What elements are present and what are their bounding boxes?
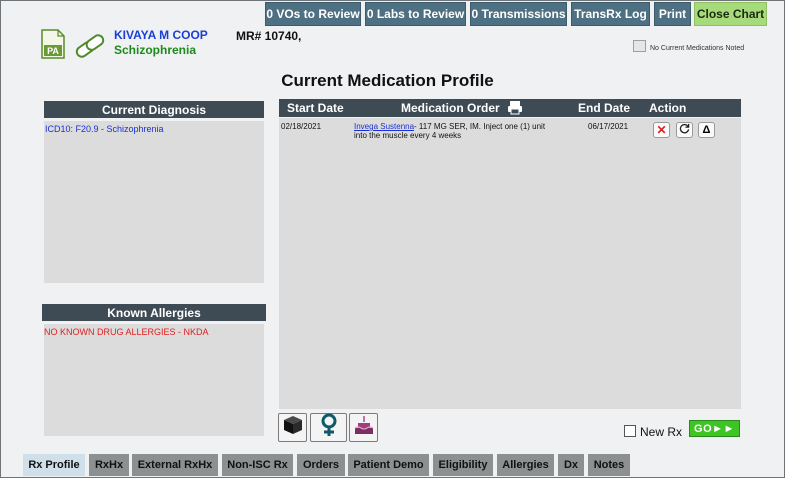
patient-name: KIVAYA M COOP	[114, 28, 208, 42]
close-icon: ✕	[656, 123, 667, 137]
no-current-medications-checkbox[interactable]	[633, 40, 646, 52]
delta-icon: Δ	[702, 124, 711, 136]
tab-rx-profile[interactable]: Rx Profile	[23, 454, 85, 476]
medication-table-body	[279, 118, 741, 409]
new-rx-checkbox[interactable]	[624, 425, 636, 437]
discontinue-button[interactable]: ✕	[653, 122, 670, 138]
current-diagnosis-panel	[44, 121, 264, 283]
box-icon	[282, 414, 304, 441]
close-chart-button[interactable]: Close Chart	[694, 2, 767, 26]
pill-icon[interactable]	[73, 34, 107, 58]
cake-icon	[353, 414, 375, 441]
medication-table-header: Start Date Medication Order End Date Act…	[279, 99, 741, 117]
known-allergies-header: Known Allergies	[42, 304, 266, 321]
birthday-button[interactable]	[349, 413, 378, 442]
current-diagnosis-header: Current Diagnosis	[44, 101, 264, 118]
start-date-cell: 02/18/2021	[281, 122, 322, 131]
female-symbol-icon	[319, 413, 339, 442]
medical-record-number: MR# 10740,	[236, 29, 302, 43]
end-date-cell: 06/17/2021	[588, 122, 629, 131]
patient-diagnosis: Schizophrenia	[114, 43, 197, 57]
female-button[interactable]	[310, 413, 347, 442]
tab-patient-demo[interactable]: Patient Demo	[348, 454, 429, 476]
medication-order-cell: Invega Sustenna- 117 MG SER, IM. Inject …	[354, 122, 584, 140]
go-button[interactable]: GO►►	[689, 420, 740, 437]
tab-dx[interactable]: Dx	[558, 454, 584, 476]
tab-external-rxhx[interactable]: External RxHx	[132, 454, 218, 476]
change-button[interactable]: Δ	[698, 122, 715, 138]
allergy-item: NO KNOWN DRUG ALLERGIES - NKDA	[44, 327, 209, 337]
svg-text:PA: PA	[47, 46, 59, 56]
tab-rxhx[interactable]: RxHx	[89, 454, 129, 476]
tab-allergies[interactable]: Allergies	[497, 454, 554, 476]
new-rx-label: New Rx	[640, 425, 683, 439]
vos-to-review-button[interactable]: 0 VOs to Review	[265, 2, 361, 26]
package-button[interactable]	[278, 413, 307, 442]
start-date-column-header: Start Date	[287, 101, 344, 115]
action-column-header: Action	[649, 101, 687, 115]
drug-name-link[interactable]: Invega Sustenna	[354, 122, 414, 131]
print-button[interactable]: Print	[654, 2, 691, 26]
renew-button[interactable]	[676, 122, 693, 138]
tab-notes[interactable]: Notes	[588, 454, 630, 476]
medication-order-column-header: Medication Order	[401, 101, 500, 115]
end-date-column-header: End Date	[578, 101, 631, 115]
known-allergies-panel	[44, 324, 264, 436]
transrx-log-button[interactable]: TransRx Log	[571, 2, 650, 26]
tab-orders[interactable]: Orders	[297, 454, 345, 476]
tab-non-isc-rx[interactable]: Non-ISC Rx	[222, 454, 293, 476]
transmissions-button[interactable]: 0 Transmissions	[470, 2, 567, 26]
no-current-medications-label: No Current Medications Noted	[650, 45, 745, 52]
diagnosis-item[interactable]: ICD10: F20.9 - Schizophrenia	[45, 124, 164, 134]
tab-eligibility[interactable]: Eligibility	[433, 454, 493, 476]
labs-to-review-button[interactable]: 0 Labs to Review	[365, 2, 466, 26]
refresh-icon	[679, 123, 690, 137]
page-title: Current Medication Profile	[281, 71, 494, 90]
order-line-1: - 117 MG SER, IM. Inject one (1) unit	[414, 122, 546, 131]
print-list-icon[interactable]	[507, 99, 523, 118]
order-line-2: into the muscle every 4 weeks	[354, 131, 462, 140]
prior-auth-icon[interactable]: PA	[40, 29, 66, 59]
